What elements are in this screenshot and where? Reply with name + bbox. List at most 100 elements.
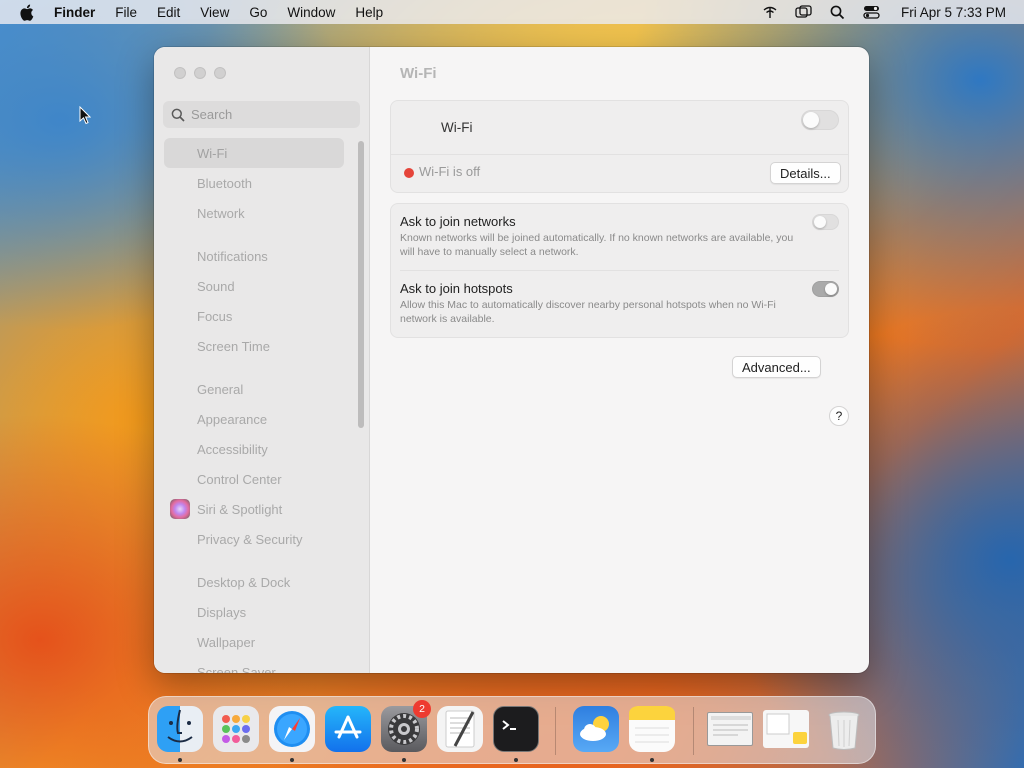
screen-mirroring-icon[interactable] [795,4,813,20]
sidebar-item-label: Sound [197,278,235,294]
menu-window[interactable]: Window [277,5,345,20]
sidebar-item-desktop-dock[interactable]: Desktop & Dock [164,567,344,597]
menu-app-name[interactable]: Finder [52,5,105,20]
sidebar-item-accessibility[interactable]: Accessibility [164,434,344,464]
help-button[interactable]: ? [829,406,849,426]
sidebar-item-label: Accessibility [197,441,268,457]
sidebar-item-general[interactable]: General [164,374,344,404]
ask-join-networks-toggle[interactable] [812,214,839,230]
running-indicator [650,758,654,762]
textedit-icon[interactable] [437,706,483,752]
finder-icon[interactable] [157,706,203,752]
advanced-button[interactable]: Advanced... [732,356,821,378]
sidebar: Search Wi-Fi Bluetooth Network Notificat… [154,47,370,673]
sidebar-item-siri-spotlight[interactable]: Siri & Spotlight [164,494,344,524]
system-settings-window: Search Wi-Fi Bluetooth Network Notificat… [154,47,869,673]
sidebar-list: Wi-Fi Bluetooth Network Notifications So… [164,138,344,673]
sidebar-search-field[interactable]: Search [163,101,360,128]
sidebar-item-displays[interactable]: Displays [164,597,344,627]
search-placeholder: Search [191,107,233,122]
sidebar-item-label: Notifications [197,248,268,264]
sidebar-item-network[interactable]: Network [164,198,344,228]
system-settings-icon[interactable]: 2 [381,700,431,752]
sidebar-item-label: Wi-Fi [197,145,228,161]
app-store-icon[interactable] [325,706,371,752]
divider [400,270,839,271]
sidebar-item-label: Privacy & Security [197,531,303,547]
sidebar-item-sound[interactable]: Sound [164,271,344,301]
terminal-icon[interactable] [493,706,539,752]
close-window-button[interactable] [174,67,186,79]
sidebar-item-label: Network [197,205,245,221]
zoom-window-button[interactable] [214,67,226,79]
wifi-status-indicator [404,168,414,178]
sidebar-item-label: Siri & Spotlight [197,501,283,517]
launchpad-icon[interactable] [213,706,259,752]
wifi-options-card: Ask to join networks Known networks will… [390,203,849,338]
details-button[interactable]: Details... [770,162,841,184]
notes-icon[interactable] [629,706,675,752]
running-indicator [290,758,294,762]
menu-clock[interactable]: Fri Apr 5 7:33 PM [901,5,1006,20]
running-indicator [178,758,182,762]
siri-icon [170,499,190,519]
ask-join-hotspots-description: Allow this Mac to automatically discover… [400,299,776,325]
running-indicator [402,758,406,762]
window-controls [174,67,226,79]
minimize-window-button[interactable] [194,67,206,79]
sidebar-item-label: Wallpaper [197,634,256,650]
page-title: Wi-Fi [400,65,437,82]
sidebar-item-control-center[interactable]: Control Center [164,464,344,494]
dock: 2 [148,696,876,764]
sidebar-item-label: Screen Time [197,338,270,354]
search-icon [171,108,185,122]
menu-help[interactable]: Help [345,5,393,20]
wifi-status-text: Wi-Fi is off [419,164,481,179]
sidebar-item-screen-saver[interactable]: Screen Saver [164,657,344,674]
menu-view[interactable]: View [190,5,239,20]
menu-file[interactable]: File [105,5,147,20]
sidebar-item-label: Desktop & Dock [197,574,291,590]
notification-badge: 2 [413,700,431,718]
divider [391,154,848,155]
sidebar-item-appearance[interactable]: Appearance [164,404,344,434]
downloads-stack-icon[interactable] [763,710,809,748]
sidebar-item-notifications[interactable]: Notifications [164,241,344,271]
minimized-window-icon[interactable] [707,712,753,746]
ask-join-networks-description: Known networks will be joined automatica… [400,232,794,258]
ask-join-networks-title: Ask to join networks [400,214,516,229]
mouse-cursor-icon [79,105,92,130]
ask-join-hotspots-title: Ask to join hotspots [400,281,513,296]
sidebar-item-bluetooth[interactable]: Bluetooth [164,168,344,198]
sidebar-scrollbar[interactable] [358,141,364,428]
sidebar-item-wallpaper[interactable]: Wallpaper [164,627,344,657]
spotlight-search-icon[interactable] [829,4,847,20]
sidebar-item-wifi[interactable]: Wi-Fi [164,138,344,168]
wifi-pane: Wi-Fi Wi-Fi Wi-Fi is off Details... Ask … [370,47,869,673]
sidebar-item-label: Control Center [197,471,282,487]
menu-edit[interactable]: Edit [147,5,190,20]
sidebar-item-label: Displays [197,604,247,620]
apple-icon[interactable] [0,4,52,21]
wifi-off-icon[interactable] [761,4,779,20]
dock-separator [693,707,694,755]
sidebar-item-privacy-security[interactable]: Privacy & Security [164,524,344,554]
wifi-toggle[interactable] [801,110,839,130]
sidebar-item-label: Screen Saver [197,664,276,674]
wifi-label: Wi-Fi [441,120,473,135]
menu-go[interactable]: Go [239,5,277,20]
weather-icon[interactable] [573,706,619,752]
dock-separator [555,707,556,755]
running-indicator [514,758,518,762]
trash-icon[interactable] [821,706,867,752]
ask-join-hotspots-toggle[interactable] [812,281,839,297]
safari-icon[interactable] [269,706,315,752]
control-center-icon[interactable] [863,4,881,20]
sidebar-item-focus[interactable]: Focus [164,301,344,331]
sidebar-item-label: Bluetooth [197,175,252,191]
wifi-card: Wi-Fi Wi-Fi is off Details... [390,100,849,193]
sidebar-item-screen-time[interactable]: Screen Time [164,331,344,361]
